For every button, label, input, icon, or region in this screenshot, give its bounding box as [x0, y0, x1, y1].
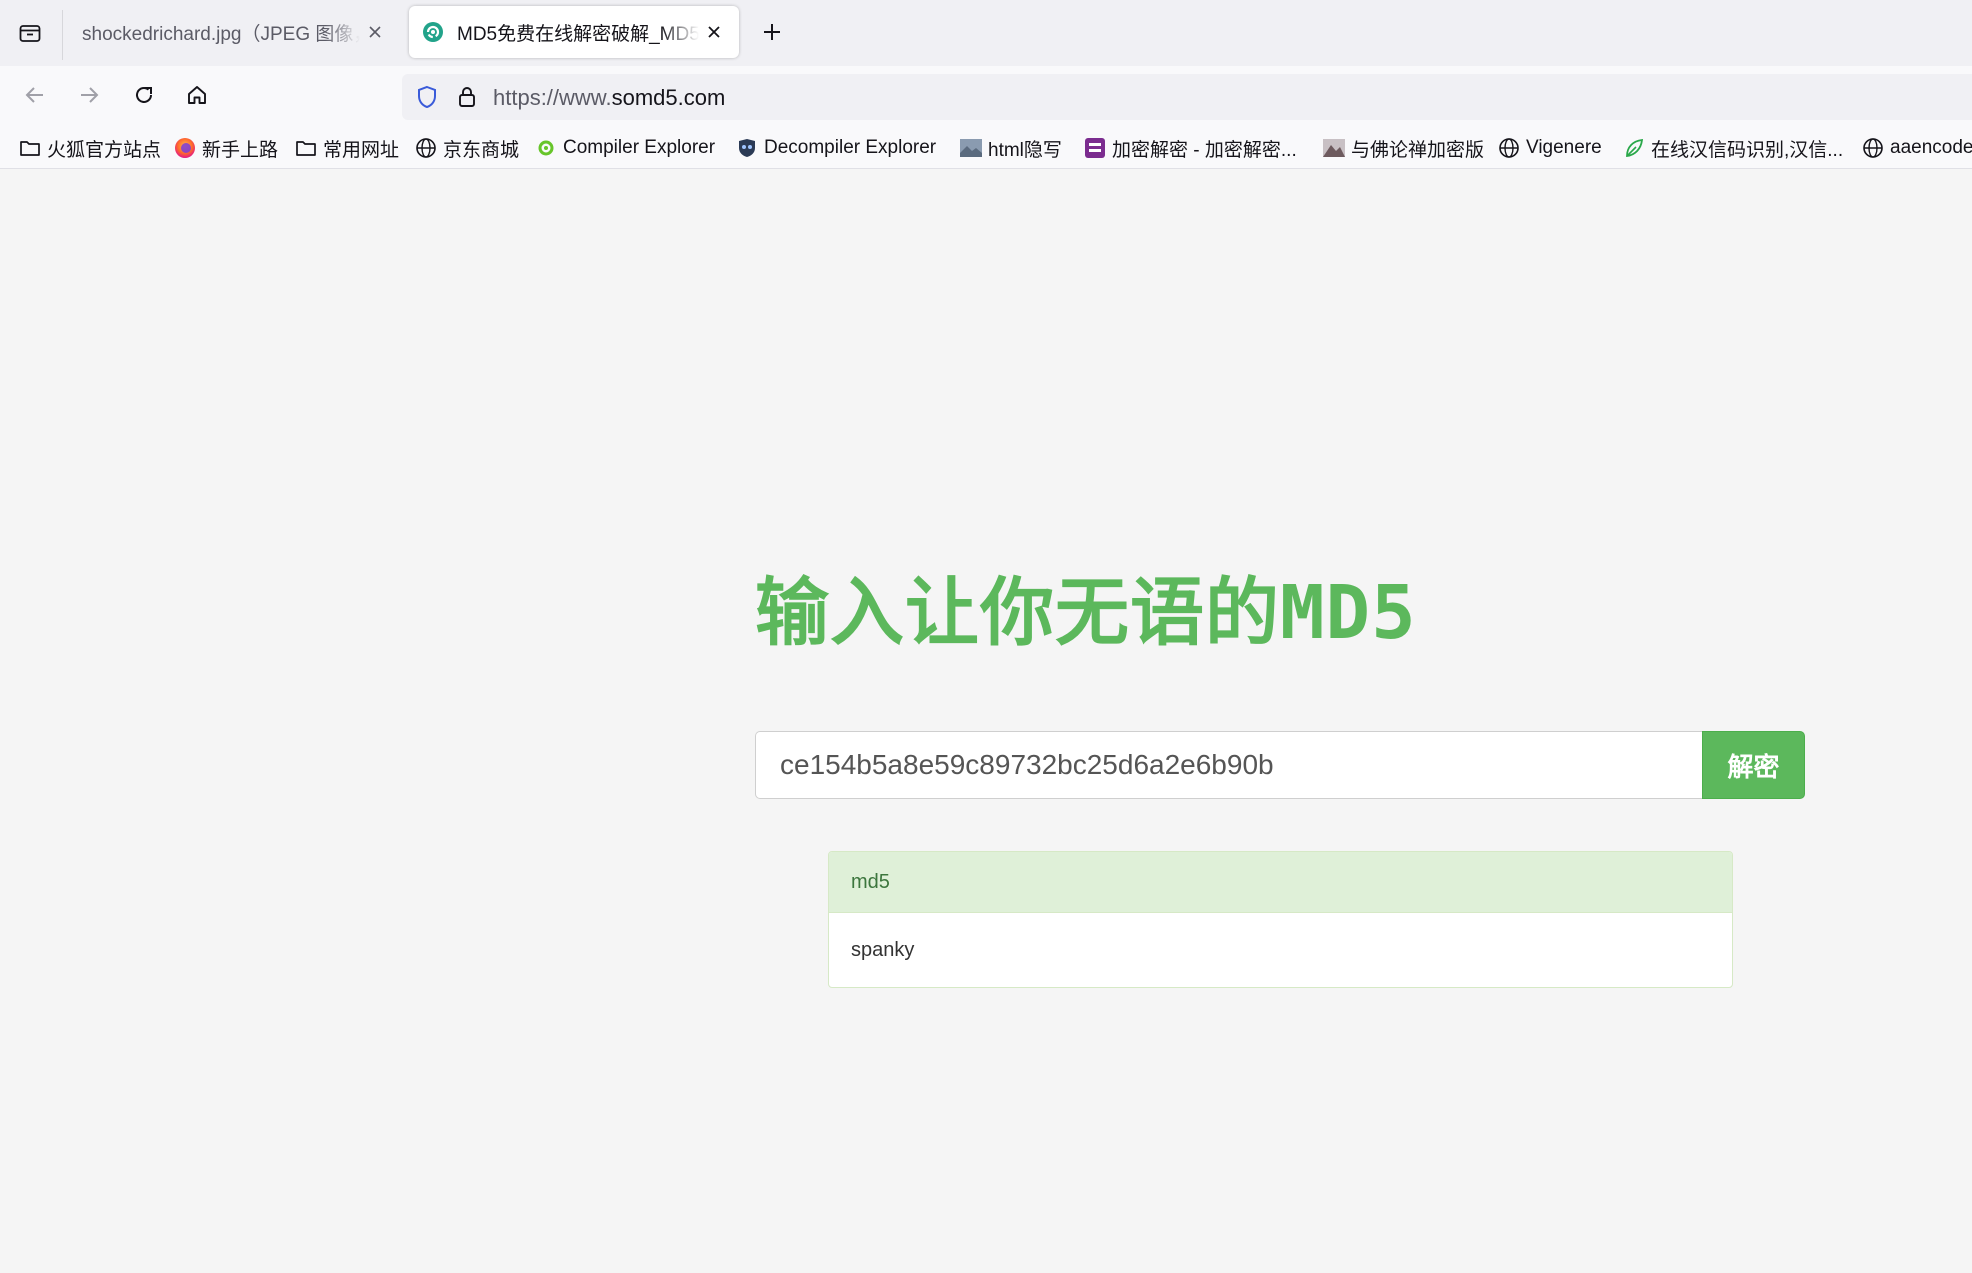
- md5-hash-input[interactable]: [755, 731, 1703, 799]
- bookmark-label: 加密解密 - 加密解密...: [1112, 139, 1297, 161]
- home-button[interactable]: [177, 77, 217, 117]
- bookmark-hanxin-code[interactable]: 在线汉信码识别,汉信...: [1622, 132, 1843, 164]
- address-bar[interactable]: https://www.somd5.com: [402, 74, 1972, 120]
- tab-title: MD5免费在线解密破解_MD5在线: [457, 23, 699, 45]
- bookmark-folder-common-sites[interactable]: 常用网址: [294, 132, 399, 164]
- home-icon: [185, 83, 209, 112]
- compiler-explorer-icon: [534, 136, 558, 160]
- bookmark-decompiler-explorer[interactable]: Decompiler Explorer: [735, 132, 936, 164]
- bookmark-label: 京东商城: [443, 139, 520, 161]
- url-host: somd5.com: [611, 85, 726, 110]
- bookmark-vigenere[interactable]: Vigenere: [1497, 132, 1602, 164]
- image-thumbnail-icon: [959, 136, 983, 160]
- image-thumbnail-icon: [1322, 136, 1346, 160]
- bookmark-buddha-cipher[interactable]: 与佛论禅加密版: [1322, 132, 1484, 164]
- back-button[interactable]: [15, 77, 55, 117]
- plus-icon: [761, 21, 783, 48]
- tab-list-icon: [18, 21, 42, 50]
- page-headline: 输入让你无语的MD5: [755, 570, 1417, 656]
- bookmark-label: 在线汉信码识别,汉信...: [1651, 139, 1844, 161]
- bookmark-html-stego[interactable]: html隐写: [959, 132, 1062, 164]
- bookmark-compiler-explorer[interactable]: Compiler Explorer: [534, 132, 715, 164]
- bookmark-label: 火狐官方站点: [47, 139, 162, 161]
- navigation-toolbar: https://www.somd5.com: [0, 66, 1972, 128]
- bookmark-aaencode[interactable]: aaencode: [1861, 132, 1972, 164]
- new-tab-button[interactable]: [752, 14, 792, 54]
- bookmark-getting-started[interactable]: 新手上路: [173, 132, 278, 164]
- tracking-protection-shield-icon[interactable]: [412, 82, 442, 112]
- bookmarks-toolbar: 火狐官方站点 新手上路 常用网址 京东商城 Compiler Explorer …: [0, 128, 1972, 169]
- md5-search-form: 解密: [755, 731, 1805, 799]
- reload-button[interactable]: [124, 77, 164, 117]
- bookmark-label: aaencode: [1890, 137, 1972, 158]
- result-heading: md5: [829, 852, 1732, 913]
- bookmark-label: html隐写: [988, 139, 1062, 161]
- globe-icon: [1497, 136, 1521, 160]
- tab-title: shockedrichard.jpg（JPEG 图像，: [82, 23, 360, 45]
- arrow-right-icon: [77, 83, 101, 112]
- bookmark-folder-firefox-official[interactable]: 火狐官方站点: [18, 132, 161, 164]
- tab-strip: shockedrichard.jpg（JPEG 图像， MD5免费在线解密破解_…: [0, 0, 1972, 66]
- firefox-icon: [173, 136, 197, 160]
- bookmark-label: Vigenere: [1526, 137, 1602, 158]
- somd5-favicon-icon: [421, 20, 445, 44]
- close-tab-icon[interactable]: [360, 17, 390, 47]
- url-scheme: https://www.: [493, 85, 612, 110]
- result-panel: md5 spanky: [828, 851, 1733, 988]
- close-tab-icon[interactable]: [699, 17, 729, 47]
- green-leaf-icon: [1622, 136, 1646, 160]
- decrypt-button[interactable]: 解密: [1702, 731, 1805, 799]
- tab-list-button[interactable]: [10, 15, 50, 55]
- lock-icon[interactable]: [452, 82, 482, 112]
- page-content: 输入让你无语的MD5 解密 md5 spanky: [0, 169, 1972, 1273]
- reload-icon: [132, 83, 156, 112]
- folder-icon: [294, 136, 318, 160]
- globe-icon: [1861, 136, 1885, 160]
- purple-site-icon: [1083, 136, 1107, 160]
- bookmark-label: Decompiler Explorer: [764, 137, 937, 158]
- bookmark-jd[interactable]: 京东商城: [414, 132, 519, 164]
- tab-separator: [62, 10, 63, 60]
- bookmark-encrypt-decrypt[interactable]: 加密解密 - 加密解密...: [1083, 132, 1297, 164]
- globe-icon: [414, 136, 438, 160]
- arrow-left-icon: [23, 83, 47, 112]
- bookmark-label: Compiler Explorer: [563, 137, 716, 158]
- tab-somd5[interactable]: MD5免费在线解密破解_MD5在线: [409, 6, 739, 58]
- tab-shockedrichard[interactable]: shockedrichard.jpg（JPEG 图像，: [70, 6, 400, 58]
- bookmark-label: 与佛论禅加密版: [1351, 139, 1485, 161]
- bookmark-label: 常用网址: [323, 139, 400, 161]
- decompiler-explorer-icon: [735, 136, 759, 160]
- forward-button[interactable]: [69, 77, 109, 117]
- bookmark-label: 新手上路: [202, 139, 279, 161]
- folder-icon: [18, 136, 42, 160]
- result-plaintext: spanky: [851, 938, 915, 961]
- url-text[interactable]: https://www.somd5.com: [493, 85, 725, 111]
